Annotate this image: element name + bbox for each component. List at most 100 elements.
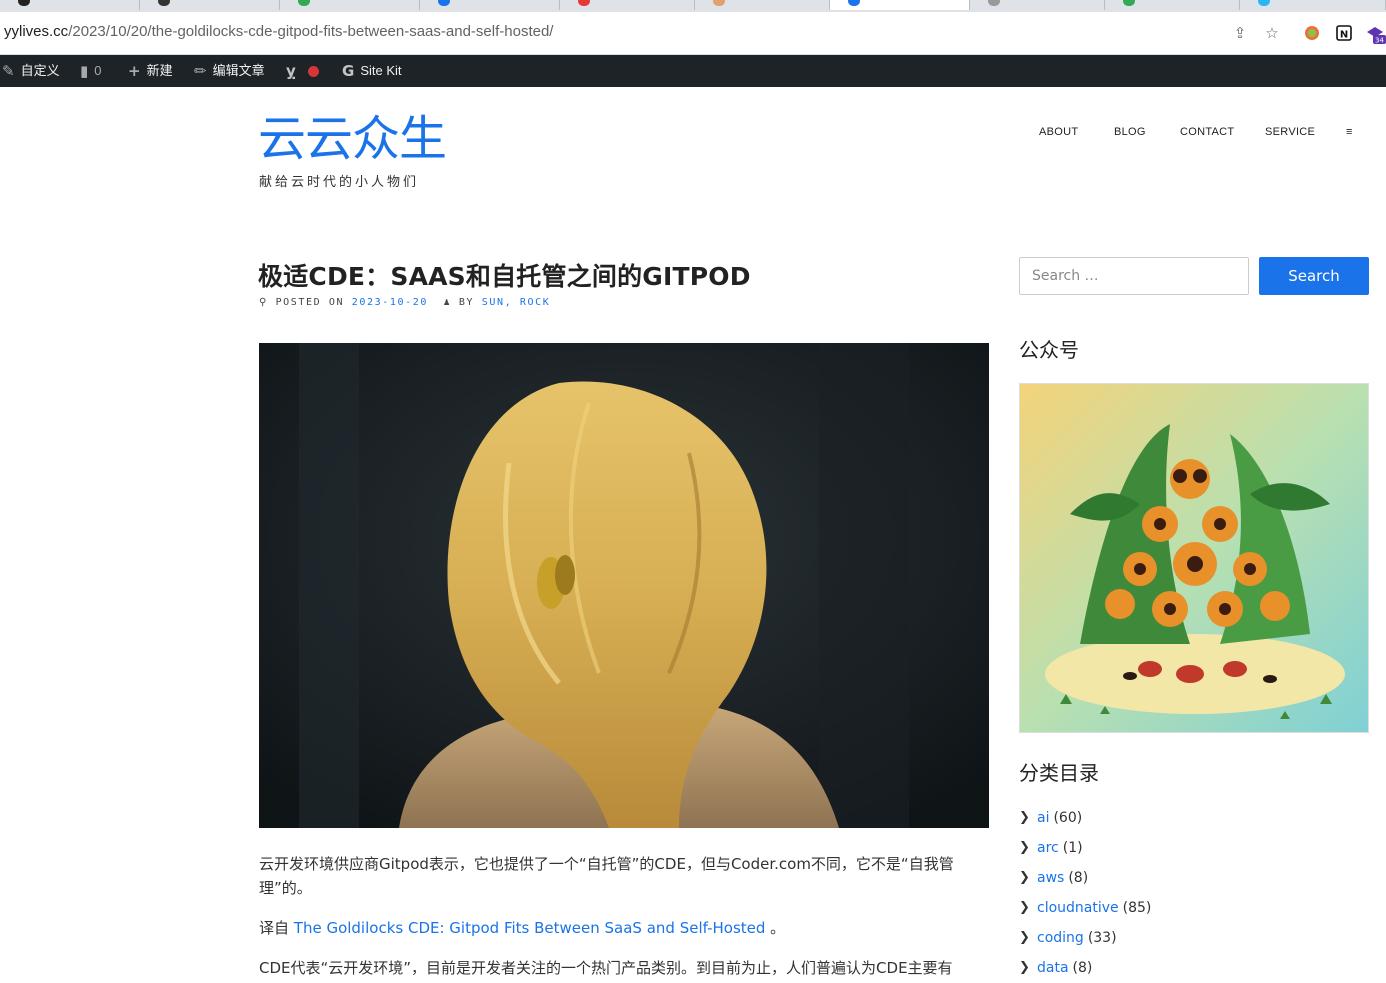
tab-favicon-icon — [713, 0, 725, 6]
category-count: (1) — [1062, 840, 1083, 856]
category-link[interactable]: aws — [1037, 865, 1064, 891]
category-item: ❯ coding (33) — [1019, 923, 1151, 953]
post-paragraph-source: 译自 The Goldilocks CDE: Gitpod Fits Betwe… — [259, 916, 994, 940]
adminbar-site-kit-label: Site Kit — [360, 63, 402, 78]
post-paragraph: 云开发环境供应商Gitpod表示，它也提供了一个“自托管”的CDE，但与Code… — [259, 855, 954, 897]
category-count: (8) — [1068, 870, 1089, 886]
post-meta: ⚲ POSTED ON 2023-10-20 ♟ BY SUN, ROCK — [259, 297, 550, 308]
post-paragraph: CDE代表“云开发环境”，目前是开发者关注的一个热门产品类别。到目前为止，人们普… — [259, 959, 953, 977]
category-count: (60) — [1053, 810, 1083, 826]
notion-icon[interactable]: N — [1333, 22, 1355, 44]
nav-item-service[interactable]: SERVICE — [1265, 126, 1315, 138]
chevron-right-icon: ❯ — [1019, 900, 1030, 915]
browser-tab[interactable] — [695, 0, 830, 10]
adminbar-new-label: 新建 — [146, 63, 173, 78]
tab-favicon-icon — [1258, 0, 1270, 6]
source-article-link[interactable]: The Goldilocks CDE: Gitpod Fits Between … — [294, 919, 766, 937]
browser-tab[interactable] — [970, 0, 1105, 10]
adminbar-customize-label: 自定义 — [20, 63, 60, 78]
nav-item-about[interactable]: ABOUT — [1039, 126, 1078, 138]
author-link[interactable]: SUN — [482, 297, 505, 308]
categories-widget-title: 分类目录 — [1019, 761, 1099, 785]
svg-text:N: N — [1340, 30, 1348, 41]
nav-menu-toggle[interactable]: ≡ — [1346, 126, 1353, 138]
adminbar-site-kit[interactable]: G Site Kit — [342, 55, 402, 87]
by-label: BY — [458, 297, 475, 308]
adminbar-customize[interactable]: ✎ 自定义 — [2, 55, 60, 87]
tab-favicon-icon — [578, 0, 590, 6]
tab-favicon-icon — [298, 0, 310, 6]
browser-tab[interactable] — [560, 0, 695, 10]
adminbar-new[interactable]: + 新建 — [128, 55, 173, 87]
category-item: ❯ cloudnative (85) — [1019, 893, 1151, 923]
posted-on-label: POSTED ON — [275, 297, 345, 308]
extension-badge-icon[interactable]: 34 — [1364, 22, 1386, 45]
adminbar-yoast[interactable]: ỵ — [286, 55, 319, 87]
category-item: ❯ aws (8) — [1019, 863, 1151, 893]
browser-tab-active[interactable] — [830, 0, 970, 10]
chevron-right-icon: ❯ — [1019, 840, 1030, 855]
category-link[interactable]: coding — [1037, 925, 1084, 951]
browser-tab[interactable] — [1105, 0, 1240, 10]
paragraph-punctuation: 。 — [765, 919, 786, 937]
category-count: (8) — [1072, 960, 1093, 976]
site-title[interactable]: 云云众生 — [258, 110, 447, 168]
category-item: ❯ arc (1) — [1019, 833, 1151, 863]
address-bar: yylives.cc/2023/10/20/the-goldilocks-cde… — [0, 12, 1386, 55]
adminbar-edit-post[interactable]: ✏ 编辑文章 — [194, 55, 265, 87]
author-icon: ♟ — [443, 297, 452, 308]
site-description: 献给云时代的小人物们 — [259, 175, 420, 190]
nav-item-contact[interactable]: CONTACT — [1180, 126, 1234, 138]
pencil-icon: ✏ — [194, 62, 207, 80]
chevron-right-icon: ❯ — [1019, 930, 1030, 945]
search-button[interactable]: Search — [1259, 257, 1369, 295]
author-separator: , — [504, 297, 513, 308]
plus-icon: + — [128, 62, 141, 80]
chevron-right-icon: ❯ — [1019, 810, 1030, 825]
category-link[interactable]: data — [1037, 955, 1069, 981]
category-item: ❯ ai (60) — [1019, 803, 1151, 833]
author-link[interactable]: ROCK — [520, 297, 550, 308]
browser-tab[interactable] — [1240, 0, 1386, 10]
extension-icon[interactable] — [1301, 22, 1323, 44]
category-item: ❯ data (8) — [1019, 953, 1151, 983]
category-link[interactable]: arc — [1037, 835, 1059, 861]
tab-favicon-icon — [1123, 0, 1135, 6]
adminbar-comments-count: 0 — [94, 63, 102, 78]
tab-favicon-icon — [18, 0, 30, 6]
post-featured-image — [259, 343, 989, 828]
category-list: ❯ ai (60) ❯ arc (1) ❯ aws (8) ❯ cloudnative (85)… — [1019, 803, 1151, 983]
seo-status-dot-icon — [307, 65, 319, 77]
browser-tab-strip — [0, 0, 1386, 12]
browser-tab[interactable] — [0, 0, 140, 10]
post-date-link[interactable]: 2023-10-20 — [352, 297, 428, 308]
browser-tab[interactable] — [280, 0, 420, 10]
chevron-right-icon: ❯ — [1019, 960, 1030, 975]
wp-admin-bar: ✎ 自定义 ▮ 0 + 新建 ✏ 编辑文章 ỵ G Site Kit — [0, 55, 1386, 87]
adminbar-edit-post-label: 编辑文章 — [212, 63, 265, 78]
search-input[interactable] — [1019, 257, 1249, 295]
browser-tab[interactable] — [420, 0, 560, 10]
url-host: yylives.cc — [4, 23, 69, 40]
nav-item-blog[interactable]: BLOG — [1114, 126, 1146, 138]
tab-favicon-icon — [988, 0, 1000, 6]
category-count: (33) — [1087, 930, 1117, 946]
url-field[interactable]: yylives.cc/2023/10/20/the-goldilocks-cde… — [4, 23, 553, 40]
wechat-widget-title: 公众号 — [1019, 338, 1079, 362]
wechat-qr-image — [1019, 383, 1369, 733]
browser-tab[interactable] — [140, 0, 280, 10]
url-path: /2023/10/20/the-goldilocks-cde-gitpod-fi… — [68, 23, 554, 40]
category-count: (85) — [1122, 900, 1152, 916]
tab-favicon-icon — [848, 0, 860, 6]
category-link[interactable]: ai — [1037, 805, 1049, 831]
bookmark-star-icon[interactable]: ☆ — [1261, 22, 1283, 44]
link-icon: ⚲ — [259, 297, 268, 308]
category-link[interactable]: cloudnative — [1037, 895, 1119, 921]
share-icon[interactable]: ⇪ — [1229, 22, 1251, 44]
post-title: 极适CDE：SAAS和自托管之间的GITPOD — [258, 262, 751, 291]
google-g-icon: G — [342, 62, 355, 80]
adminbar-comments[interactable]: ▮ 0 — [80, 55, 102, 87]
yoast-seo-icon: ỵ — [286, 62, 296, 80]
tab-favicon-icon — [438, 0, 450, 6]
comment-bubble-icon: ▮ — [80, 62, 89, 80]
